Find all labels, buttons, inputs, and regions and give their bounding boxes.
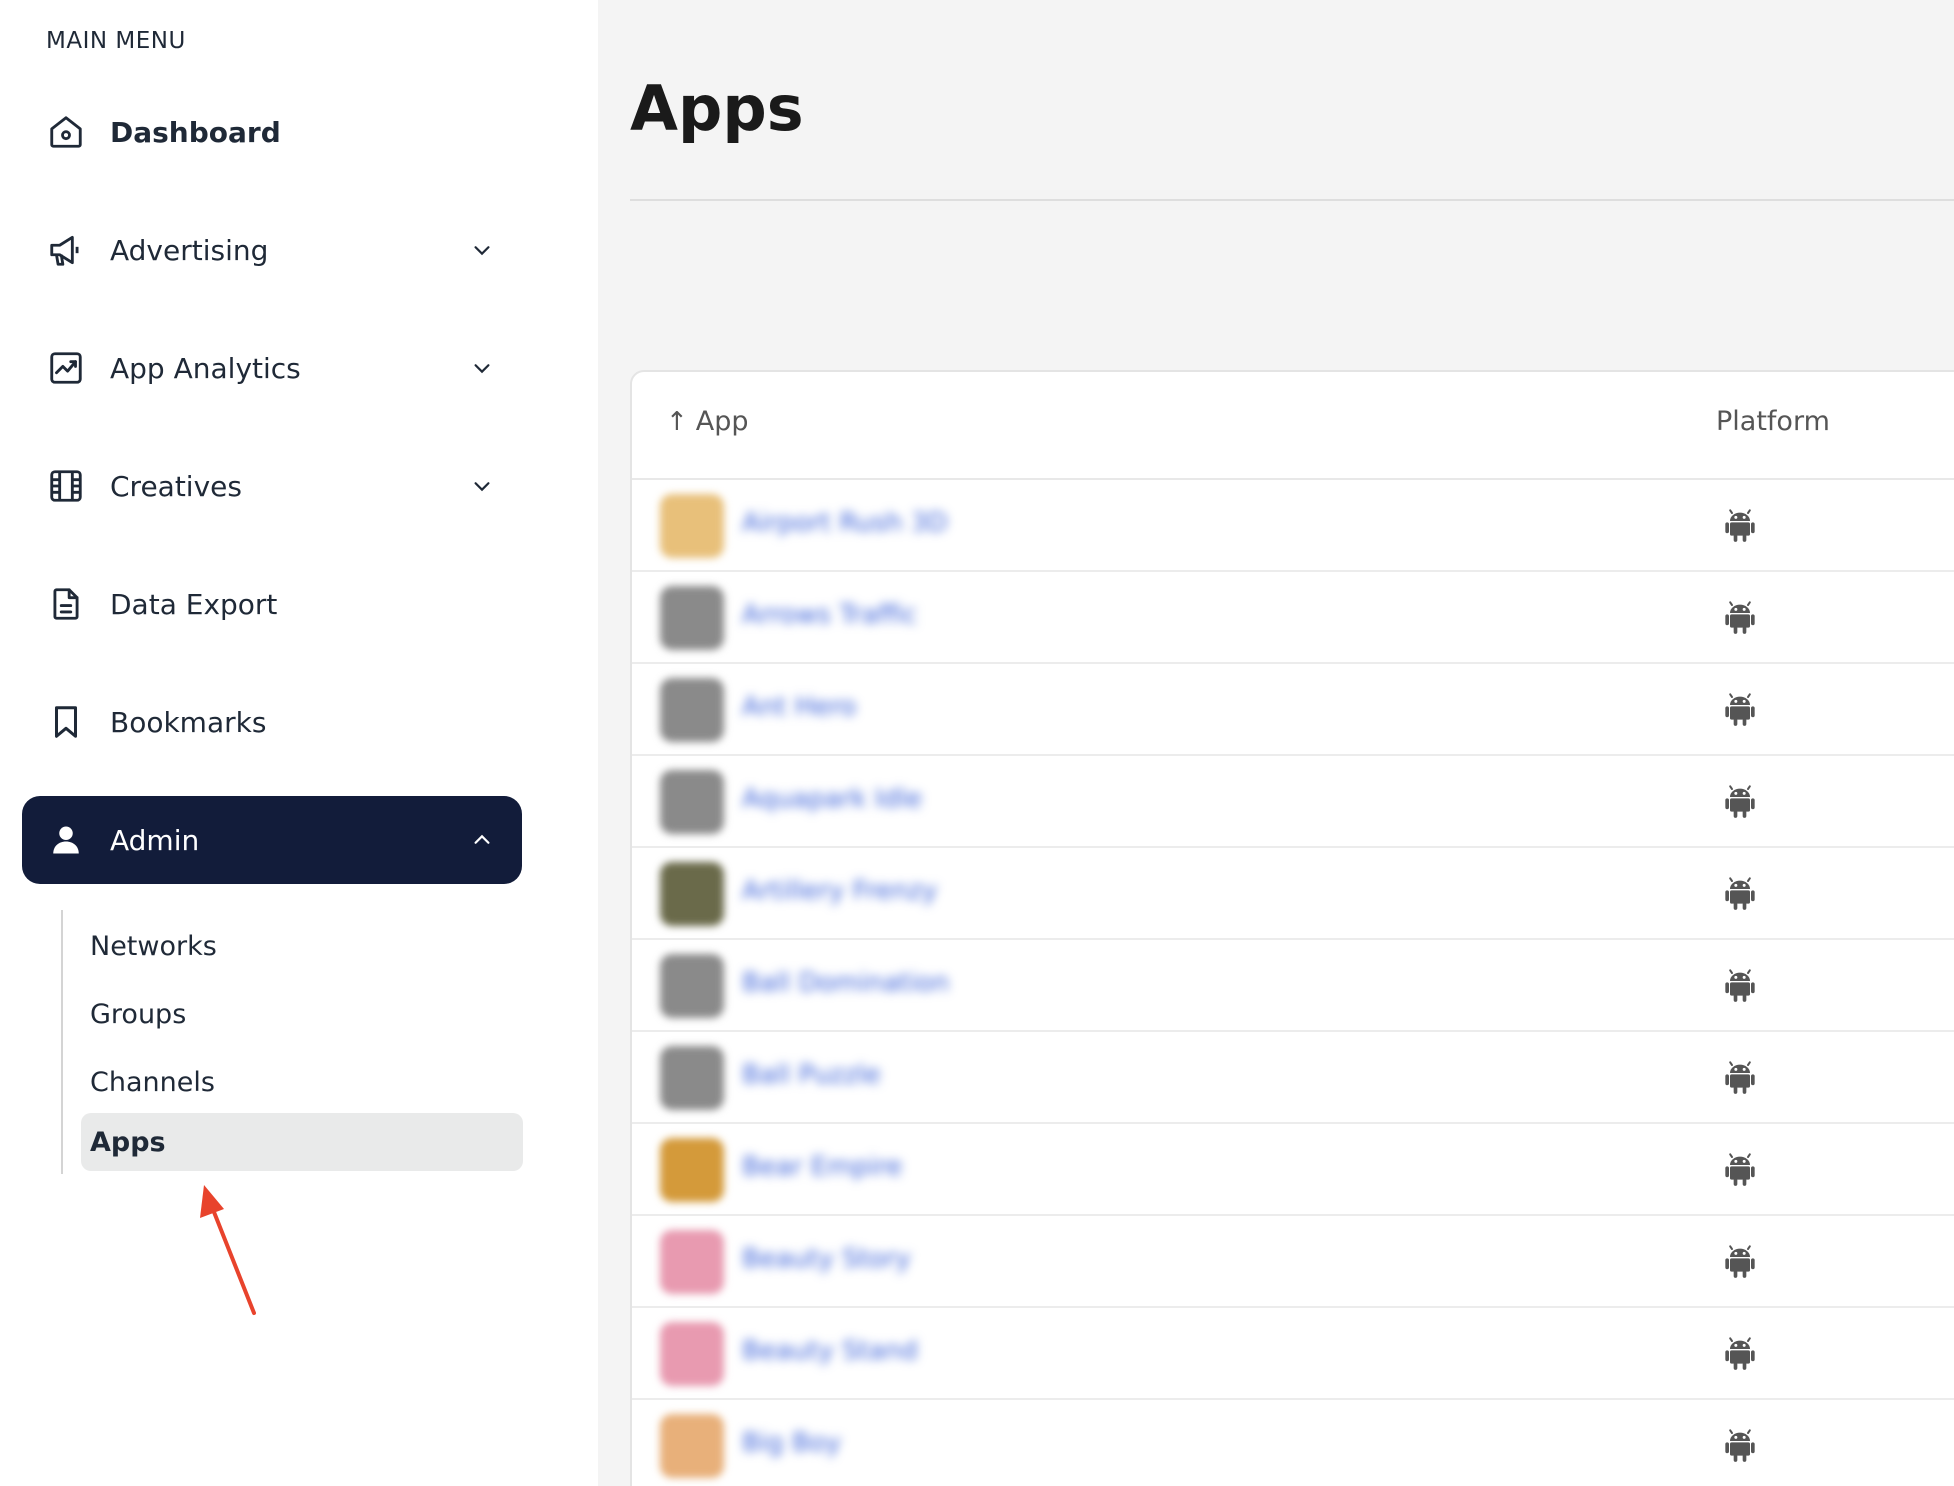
table-row[interactable]: Beauty Story xyxy=(632,1216,1954,1308)
film-icon xyxy=(46,466,86,506)
table-row[interactable]: Artillery Frenzy xyxy=(632,848,1954,940)
table-row[interactable]: Big Boy xyxy=(632,1400,1954,1486)
chevron-down-icon xyxy=(468,354,496,382)
app-name-link[interactable]: Beauty Story xyxy=(742,1244,911,1274)
column-header-app[interactable]: ↑ App xyxy=(666,406,749,437)
nav-label-advertising: Advertising xyxy=(110,233,269,267)
table-row[interactable]: Ball Puzzle xyxy=(632,1032,1954,1124)
annotation-arrow xyxy=(200,1185,256,1315)
column-header-app-label: App xyxy=(695,406,749,437)
android-icon xyxy=(1720,690,1760,730)
megaphone-icon xyxy=(46,230,86,270)
chart-icon xyxy=(46,348,86,388)
app-name-link[interactable]: Ant Hero xyxy=(742,692,856,722)
app-name-link[interactable]: Airport Rush 3D xyxy=(742,508,948,538)
app-name-link[interactable]: Ball Domination xyxy=(742,968,949,998)
app-thumbnail xyxy=(660,1230,724,1294)
nav-item-admin[interactable]: Admin xyxy=(22,796,522,884)
android-icon xyxy=(1720,1058,1760,1098)
sub-item-networks[interactable]: Networks xyxy=(81,917,523,975)
table-row[interactable]: Airport Rush 3D xyxy=(632,480,1954,572)
app-name-link[interactable]: Ball Puzzle xyxy=(742,1060,881,1090)
android-icon xyxy=(1720,1242,1760,1282)
app-name-link[interactable]: Artillery Frenzy xyxy=(742,876,937,906)
android-icon xyxy=(1720,874,1760,914)
page-title: Apps xyxy=(630,72,804,145)
nav-label-app-analytics: App Analytics xyxy=(110,351,301,385)
sidebar: MAIN MENU Dashboard Advertising App Anal… xyxy=(0,0,598,1486)
nav-label-admin: Admin xyxy=(110,823,200,857)
table-header: ↑ App Platform xyxy=(632,372,1954,480)
bookmark-icon xyxy=(46,702,86,742)
app-name-link[interactable]: Aquapark Idle xyxy=(742,784,922,814)
android-icon xyxy=(1720,506,1760,546)
table-row[interactable]: Beauty Stand xyxy=(632,1308,1954,1400)
app-thumbnail xyxy=(660,862,724,926)
sort-ascending-icon: ↑ xyxy=(666,406,688,437)
table-row[interactable]: Bear Empire xyxy=(632,1124,1954,1216)
sub-item-channels[interactable]: Channels xyxy=(81,1053,523,1111)
table-row[interactable]: Ball Domination xyxy=(632,940,1954,1032)
app-thumbnail xyxy=(660,954,724,1018)
admin-submenu: Networks Groups Channels Apps xyxy=(61,910,523,1174)
user-icon xyxy=(46,820,86,860)
android-icon xyxy=(1720,1426,1760,1466)
app-name-link[interactable]: Bear Empire xyxy=(742,1152,902,1182)
column-header-platform[interactable]: Platform xyxy=(1716,406,1830,437)
table-row[interactable]: Ant Hero xyxy=(632,664,1954,756)
table-row[interactable]: Aquapark Idle xyxy=(632,756,1954,848)
app-thumbnail xyxy=(660,586,724,650)
app-thumbnail xyxy=(660,1414,724,1478)
table-row[interactable]: Arrows Traffic xyxy=(632,572,1954,664)
chevron-down-icon xyxy=(468,472,496,500)
nav-label-dashboard: Dashboard xyxy=(110,115,281,149)
android-icon xyxy=(1720,966,1760,1006)
main-content: Apps ↑ App Platform Airport Rush 3D Arrow… xyxy=(598,0,1954,1486)
nav-item-data-export[interactable]: Data Export xyxy=(22,560,522,648)
android-icon xyxy=(1720,598,1760,638)
android-icon xyxy=(1720,1334,1760,1374)
app-thumbnail xyxy=(660,494,724,558)
nav-item-bookmarks[interactable]: Bookmarks xyxy=(22,678,522,766)
nav-item-advertising[interactable]: Advertising xyxy=(22,206,522,294)
chevron-down-icon xyxy=(468,236,496,264)
nav-label-bookmarks: Bookmarks xyxy=(110,705,267,739)
document-icon xyxy=(46,584,86,624)
nav-item-creatives[interactable]: Creatives xyxy=(22,442,522,530)
apps-table: ↑ App Platform Airport Rush 3D Arrows Tra… xyxy=(630,370,1954,1486)
nav-label-data-export: Data Export xyxy=(110,587,278,621)
nav-item-dashboard[interactable]: Dashboard xyxy=(22,88,522,176)
app-thumbnail xyxy=(660,1138,724,1202)
app-name-link[interactable]: Arrows Traffic xyxy=(742,600,917,630)
home-icon xyxy=(46,112,86,152)
app-thumbnail xyxy=(660,678,724,742)
sub-item-apps[interactable]: Apps xyxy=(81,1113,523,1171)
app-name-link[interactable]: Big Boy xyxy=(742,1428,841,1458)
nav-item-app-analytics[interactable]: App Analytics xyxy=(22,324,522,412)
app-thumbnail xyxy=(660,770,724,834)
chevron-up-icon xyxy=(468,826,496,854)
android-icon xyxy=(1720,782,1760,822)
android-icon xyxy=(1720,1150,1760,1190)
main-menu-heading: MAIN MENU xyxy=(46,28,186,54)
app-thumbnail xyxy=(660,1046,724,1110)
nav-label-creatives: Creatives xyxy=(110,469,242,503)
title-divider xyxy=(630,199,1954,201)
app-thumbnail xyxy=(660,1322,724,1386)
app-name-link[interactable]: Beauty Stand xyxy=(742,1336,918,1366)
sub-item-groups[interactable]: Groups xyxy=(81,985,523,1043)
